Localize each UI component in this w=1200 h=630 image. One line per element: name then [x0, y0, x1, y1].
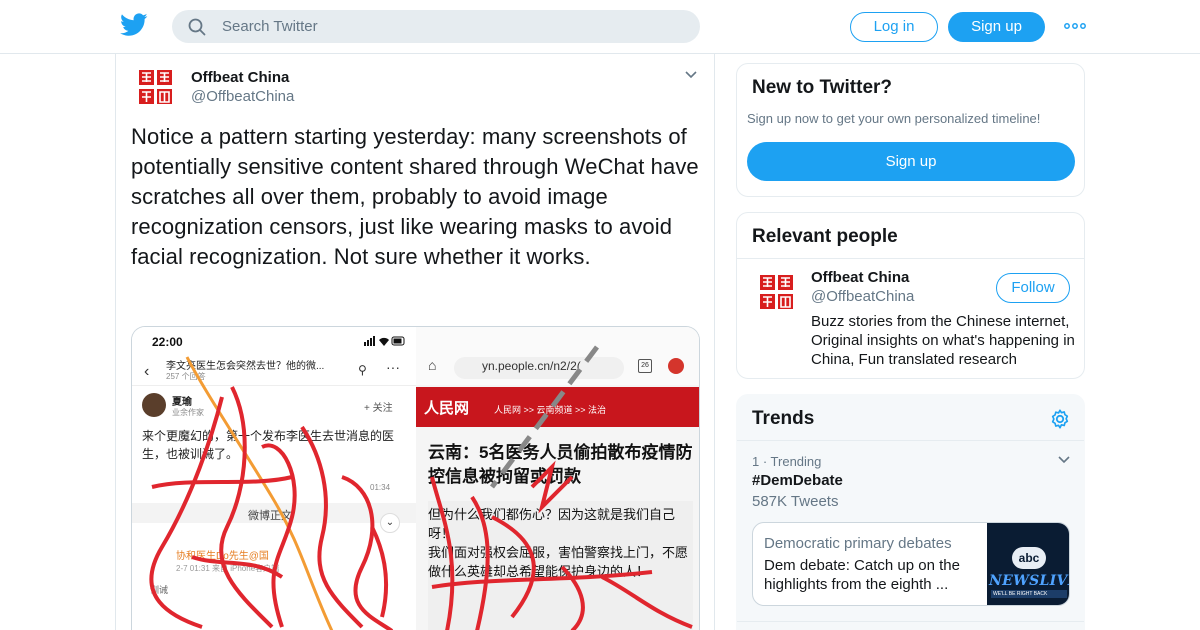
- chevron-down-icon[interactable]: [684, 70, 698, 80]
- search-box[interactable]: [172, 10, 700, 43]
- trend-news-card[interactable]: Democratic primary debates Dem debate: C…: [752, 522, 1070, 606]
- tweet-text: Notice a pattern starting yesterday: man…: [131, 124, 699, 269]
- trend-rank: 1 · Trending: [752, 454, 822, 469]
- article-title: 李文亮医生怎会突然去世？他的微...: [166, 361, 325, 372]
- weibo-label: 微博正文: [248, 510, 292, 522]
- login-button[interactable]: Log in: [850, 12, 938, 42]
- card-title: Relevant people: [752, 226, 898, 247]
- divider: [737, 258, 1084, 259]
- gear-icon[interactable]: [1049, 408, 1071, 430]
- post-body: 来个更魔幻的，第一个发布李医生去世消息的医生，也被训诫了。: [142, 429, 395, 461]
- avatar[interactable]: [131, 63, 180, 112]
- person-bio: Buzz stories from the Chinese internet, …: [811, 313, 1075, 368]
- avatar[interactable]: [752, 268, 801, 317]
- article-headline: 云南：5名医务人员偷拍散布疫情防控信息被拘留或罚款: [428, 443, 693, 486]
- card-subtitle: Sign up now to get your own personalized…: [747, 111, 1041, 126]
- tweet-media[interactable]: 22:00 ‹ 李文亮医生怎会突然去世？他的微... 257 个回答 ⚲ ···…: [131, 326, 700, 630]
- news-topic: Democratic primary debates: [764, 535, 952, 552]
- divider: [132, 385, 416, 386]
- trend-tweet-count: 587K Tweets: [752, 493, 839, 510]
- cited-user: 协和医生Do先生@国: [176, 551, 269, 562]
- signup-button[interactable]: Sign up: [948, 12, 1045, 42]
- follow-button[interactable]: Follow: [996, 273, 1070, 303]
- phone-status-icons: [364, 336, 405, 346]
- phone-clock: 22:00: [152, 335, 183, 349]
- offbeat-china-seal-logo: [131, 63, 180, 112]
- card-title: New to Twitter?: [752, 77, 893, 98]
- tweet: Offbeat China @OffbeatChina Notice a pat…: [115, 54, 715, 630]
- newslive-title: NEWSLIVE: [989, 573, 1070, 589]
- tweet-author-name[interactable]: Offbeat China: [191, 69, 289, 86]
- home-icon: ⌂: [428, 357, 437, 373]
- timestamp: 01:34: [370, 483, 391, 492]
- more-options-icon: ···: [386, 359, 400, 375]
- url-text: yn.people.cn/n2/2(: [482, 359, 581, 373]
- search-icon: ⚲: [358, 363, 367, 377]
- person-handle[interactable]: @OffbeatChina: [811, 288, 914, 305]
- people-daily-logo: 人民网: [424, 399, 470, 417]
- top-navigation-bar: Log in Sign up: [0, 0, 1200, 54]
- avatar: [142, 393, 166, 417]
- follow-label: + 关注: [364, 403, 393, 414]
- expand-icon: ⌄: [380, 513, 400, 533]
- signup-button[interactable]: Sign up: [747, 142, 1075, 181]
- record-icon: [668, 358, 684, 374]
- twitter-bird-icon[interactable]: [120, 13, 148, 37]
- media-image-left[interactable]: 22:00 ‹ 李文亮医生怎会突然去世？他的微... 257 个回答 ⚲ ···…: [132, 327, 416, 630]
- search-input[interactable]: [222, 10, 682, 43]
- abc-logo: abc: [1012, 547, 1046, 569]
- person-name[interactable]: Offbeat China: [811, 269, 909, 286]
- new-to-twitter-card: New to Twitter? Sign up now to get your …: [736, 63, 1085, 197]
- card-title: Trends: [752, 408, 815, 429]
- tabs-icon: 26: [638, 359, 652, 373]
- divider: [737, 440, 1084, 441]
- more-options-icon[interactable]: [1064, 20, 1086, 32]
- newslive-banner: WE'LL BE RIGHT BACK: [991, 590, 1067, 598]
- divider: [737, 621, 1084, 622]
- trends-card: Trends 1 · Trending #DemDebate 587K Twee…: [736, 394, 1085, 630]
- relevant-people-card: Relevant people Offbeat China @OffbeatCh…: [736, 212, 1085, 379]
- answer-count: 257 个回答: [166, 372, 206, 381]
- post-author-tag: 业余作家: [172, 408, 204, 417]
- offbeat-china-seal-logo: [752, 268, 801, 317]
- footer-text: 训诫: [150, 585, 169, 595]
- breadcrumb: 人民网 >> 云南频道 >> 法治: [494, 405, 607, 415]
- tweet-author-handle[interactable]: @OffbeatChina: [191, 88, 294, 105]
- news-headline: Dem debate: Catch up on the highlights f…: [764, 557, 960, 593]
- news-thumbnail: abc NEWSLIVE WE'LL BE RIGHT BACK: [987, 523, 1070, 605]
- chevron-down-icon[interactable]: [1057, 455, 1071, 465]
- media-image-right[interactable]: ⌂ yn.people.cn/n2/2( 26 人民网 人民网 >> 云南频道 …: [416, 327, 699, 630]
- search-icon: [188, 18, 206, 36]
- back-arrow-icon: ‹: [144, 363, 150, 380]
- comment-text: 但为什么我们都伤心？因为这就是我们自己呀！ 我们面对强权会屈服，害怕警察找上门，…: [428, 507, 689, 579]
- post-meta: 2-7 01:31 来自 iPhone客户端: [176, 564, 280, 573]
- trend-hashtag[interactable]: #DemDebate: [752, 472, 843, 489]
- post-author: 夏瑜: [172, 397, 192, 408]
